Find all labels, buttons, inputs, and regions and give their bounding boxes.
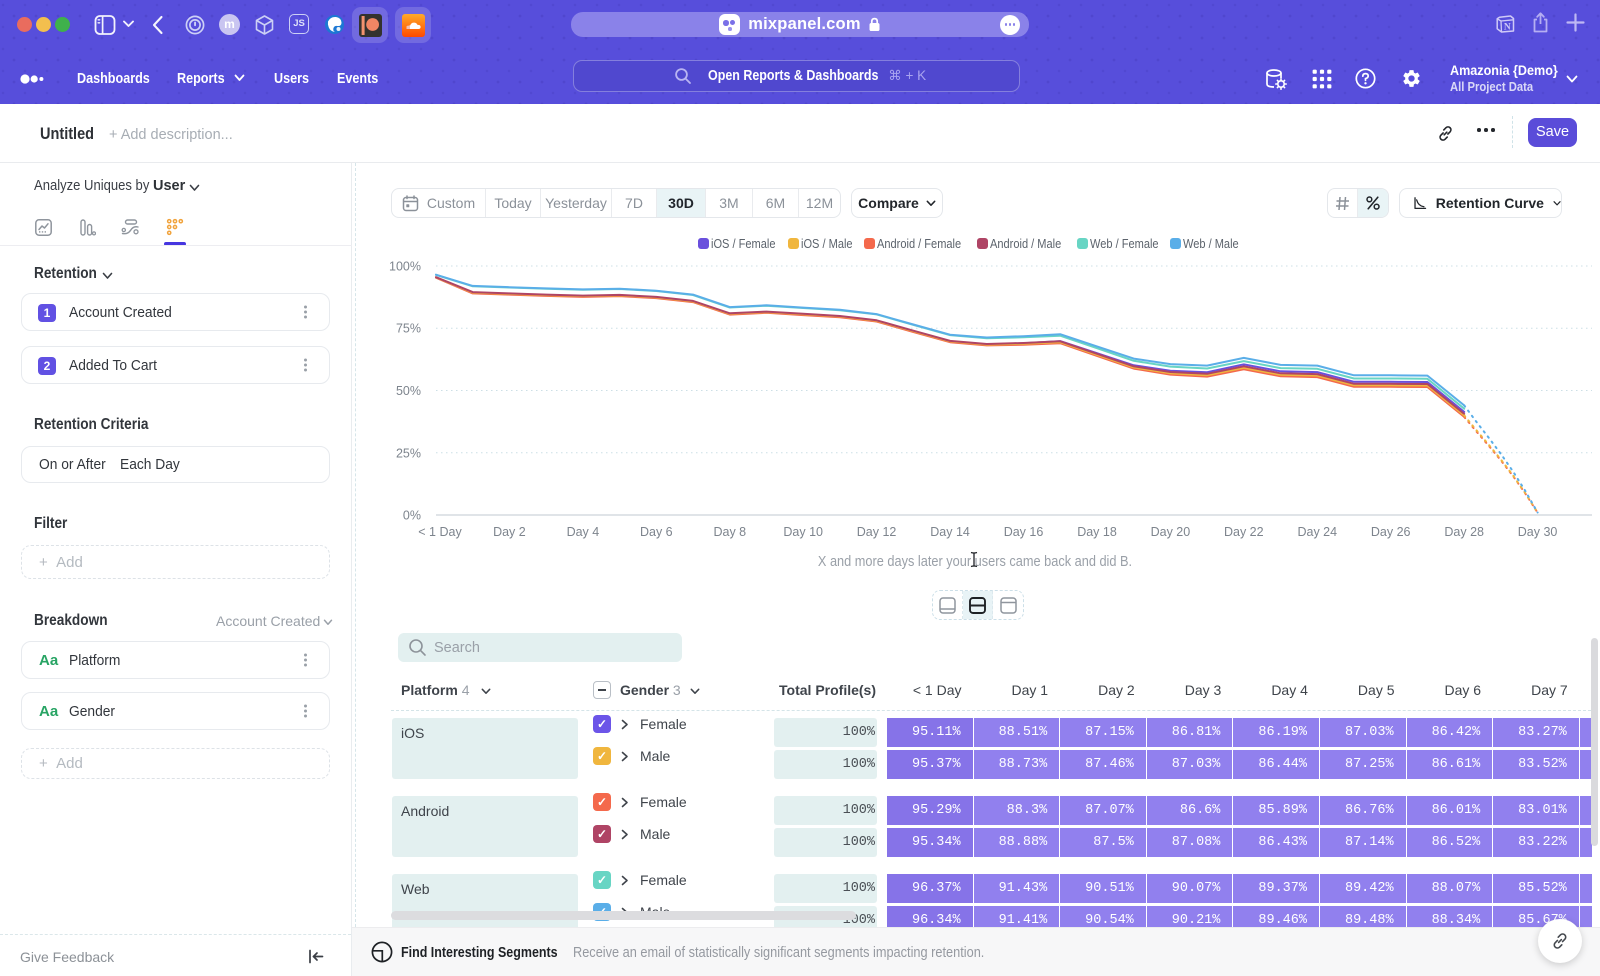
svg-text:Day 6: Day 6 xyxy=(640,525,673,539)
svg-text:Day 8: Day 8 xyxy=(713,525,746,539)
svg-text:0%: 0% xyxy=(403,509,421,523)
svg-text:Day 26: Day 26 xyxy=(1371,525,1411,539)
svg-text:Day 24: Day 24 xyxy=(1297,525,1337,539)
svg-text:Day 22: Day 22 xyxy=(1224,525,1264,539)
svg-text:50%: 50% xyxy=(396,384,421,398)
svg-text:< 1 Day: < 1 Day xyxy=(418,525,462,539)
svg-text:Day 30: Day 30 xyxy=(1518,525,1558,539)
svg-text:Day 4: Day 4 xyxy=(567,525,600,539)
svg-text:Day 10: Day 10 xyxy=(783,525,823,539)
svg-text:Day 2: Day 2 xyxy=(493,525,526,539)
svg-text:Day 12: Day 12 xyxy=(857,525,897,539)
svg-text:N: N xyxy=(1504,23,1511,33)
svg-text:Day 20: Day 20 xyxy=(1151,525,1191,539)
svg-text:Day 18: Day 18 xyxy=(1077,525,1117,539)
svg-text:Day 14: Day 14 xyxy=(930,525,970,539)
svg-text:Day 16: Day 16 xyxy=(1004,525,1044,539)
svg-text:100%: 100% xyxy=(389,260,421,274)
svg-text:Day 28: Day 28 xyxy=(1444,525,1484,539)
svg-text:25%: 25% xyxy=(396,446,421,460)
svg-text:75%: 75% xyxy=(396,322,421,336)
